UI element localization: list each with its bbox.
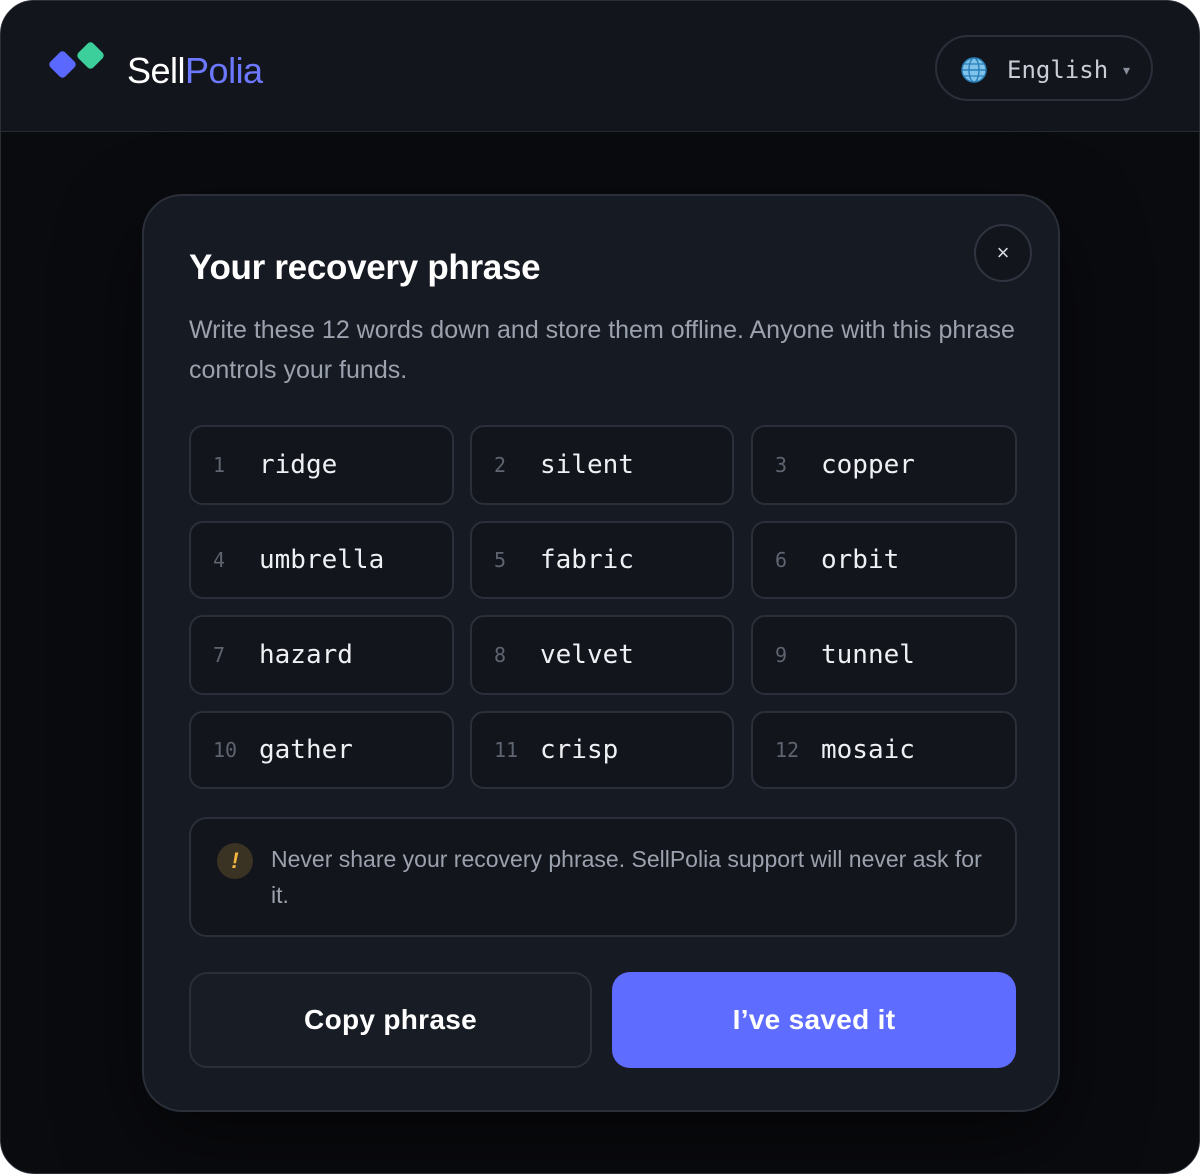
word-number: 4 [213,548,226,572]
close-button[interactable]: × [974,224,1032,282]
word-text: velvet [540,640,634,670]
globe-icon [961,57,987,83]
phrase-word-5: 5 fabric [470,521,734,599]
word-text: silent [540,450,634,480]
phrase-word-1: 1 ridge [189,425,454,505]
word-text: copper [821,450,915,480]
phrase-word-3: 3 copper [751,425,1017,505]
dialog-title: Your recovery phrase [189,248,541,287]
word-text: crisp [540,735,619,765]
top-bar: SellPolia English ▾ [1,1,1199,132]
phrase-word-9: 9 tunnel [751,615,1017,695]
word-number: 6 [775,548,788,572]
phrase-word-8: 8 velvet [470,615,734,695]
word-text: gather [259,735,353,765]
word-number: 9 [775,643,788,667]
phrase-word-6: 6 orbit [751,521,1017,599]
security-warning: ! Never share your recovery phrase. Sell… [189,817,1017,937]
phrase-word-11: 11 crisp [470,711,734,789]
word-number: 7 [213,643,226,667]
close-icon: × [996,240,1010,265]
word-text: tunnel [821,640,915,670]
word-number: 10 [213,738,238,762]
warning-icon: ! [217,843,253,879]
phrase-word-2: 2 silent [470,425,734,505]
word-text: hazard [259,640,353,670]
word-number: 5 [494,548,507,572]
brand-name-part1: Sell [127,50,186,91]
saved-it-button[interactable]: I’ve saved it [612,972,1016,1068]
phrase-word-7: 7 hazard [189,615,454,695]
word-text: orbit [821,545,900,575]
word-number: 8 [494,643,507,667]
word-text: umbrella [259,545,385,575]
word-number: 3 [775,453,788,477]
language-label: English [1007,56,1109,84]
word-number: 1 [213,453,226,477]
brand-name[interactable]: SellPolia [127,49,263,93]
word-number: 2 [494,453,507,477]
word-number: 11 [494,738,519,762]
word-text: fabric [540,545,634,575]
chevron-down-icon: ▾ [1123,62,1131,78]
word-text: ridge [259,450,338,480]
logo-icon [49,42,104,78]
phrase-word-10: 10 gather [189,711,454,789]
brand-name-part2: Polia [185,50,263,91]
phrase-word-4: 4 umbrella [189,521,454,599]
language-selector[interactable]: English ▾ [935,35,1153,101]
copy-phrase-button[interactable]: Copy phrase [189,972,592,1068]
dialog-subtitle: Write these 12 words down and store them… [189,316,1015,384]
phrase-word-12: 12 mosaic [751,711,1017,789]
recovery-phrase-dialog: × Your recovery phrase Write these 12 wo… [142,194,1060,1112]
word-number: 12 [775,738,800,762]
word-text: mosaic [821,735,915,765]
app-window: SellPolia English ▾ × Your recovery phra… [0,0,1200,1174]
warning-text: Never share your recovery phrase. SellPo… [271,846,982,908]
